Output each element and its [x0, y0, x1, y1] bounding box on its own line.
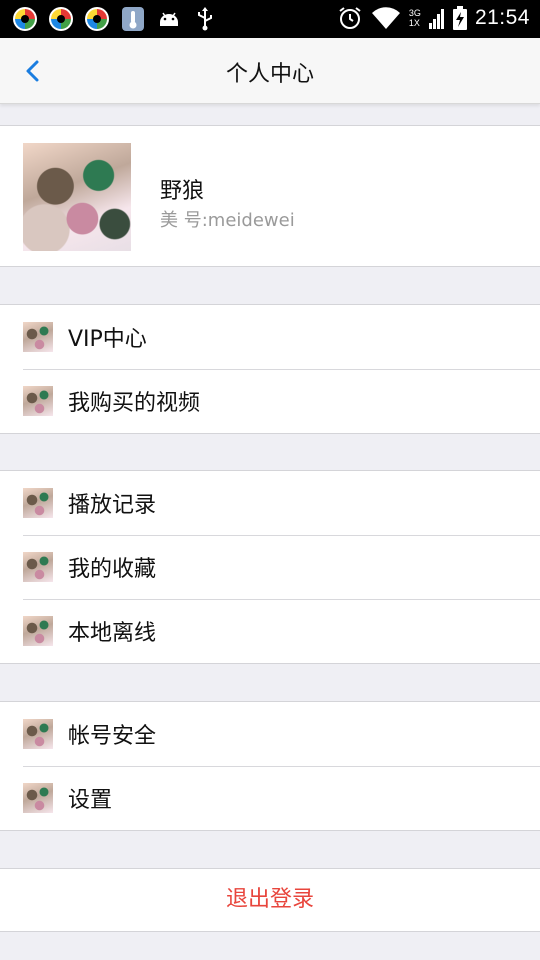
alarm-icon: [339, 7, 361, 29]
app-icon: [49, 7, 73, 31]
user-name: 野狼: [160, 179, 205, 204]
menu-item-purchased-videos[interactable]: 我购买的视频: [0, 369, 540, 433]
signal-icon: [428, 9, 444, 29]
logout-button[interactable]: 退出登录: [0, 868, 540, 932]
menu-item-label: 帐号安全: [68, 724, 157, 749]
app-icon: [85, 7, 109, 31]
menu-item-offline[interactable]: 本地离线: [0, 599, 540, 663]
status-bar: 3G 1X 21:54: [0, 0, 540, 38]
menu-item-play-history[interactable]: 播放记录: [0, 471, 540, 535]
menu-item-label: VIP中心: [68, 327, 147, 352]
menu-item-favorites[interactable]: 我的收藏: [0, 535, 540, 599]
menu-group-history: 播放记录 我的收藏 本地离线: [0, 470, 540, 664]
settings-icon: [23, 783, 53, 813]
menu-group-account: 帐号安全 设置: [0, 701, 540, 831]
menu-item-label: 我购买的视频: [68, 391, 201, 416]
thermometer-icon: [122, 7, 144, 31]
menu-group-vip: VIP中心 我购买的视频: [0, 304, 540, 434]
network-type: 3G 1X: [408, 8, 421, 28]
menu-item-label: 播放记录: [68, 493, 157, 518]
navigation-bar: 个人中心: [0, 38, 540, 104]
menu-item-label: 设置: [68, 788, 113, 813]
wifi-icon: [371, 7, 400, 29]
profile-card[interactable]: 野狼 美 号:meidewei: [0, 125, 540, 267]
clock: 21:54: [474, 6, 530, 29]
page-title: 个人中心: [225, 62, 314, 87]
purchased-icon: [23, 386, 53, 416]
user-id: 美 号:meidewei: [160, 210, 295, 231]
menu-item-settings[interactable]: 设置: [0, 766, 540, 830]
security-icon: [23, 719, 53, 749]
usb-icon: [198, 7, 212, 31]
menu-item-vip-center[interactable]: VIP中心: [0, 305, 540, 369]
app-icon: [13, 7, 37, 31]
history-icon: [23, 488, 53, 518]
vip-icon: [23, 322, 53, 352]
offline-icon: [23, 616, 53, 646]
menu-item-account-security[interactable]: 帐号安全: [0, 702, 540, 766]
favorites-icon: [23, 552, 53, 582]
battery-charging-icon: [452, 6, 467, 30]
menu-item-label: 本地离线: [68, 621, 157, 646]
menu-item-label: 我的收藏: [68, 557, 157, 582]
android-icon: [160, 12, 178, 26]
avatar[interactable]: [23, 143, 131, 251]
